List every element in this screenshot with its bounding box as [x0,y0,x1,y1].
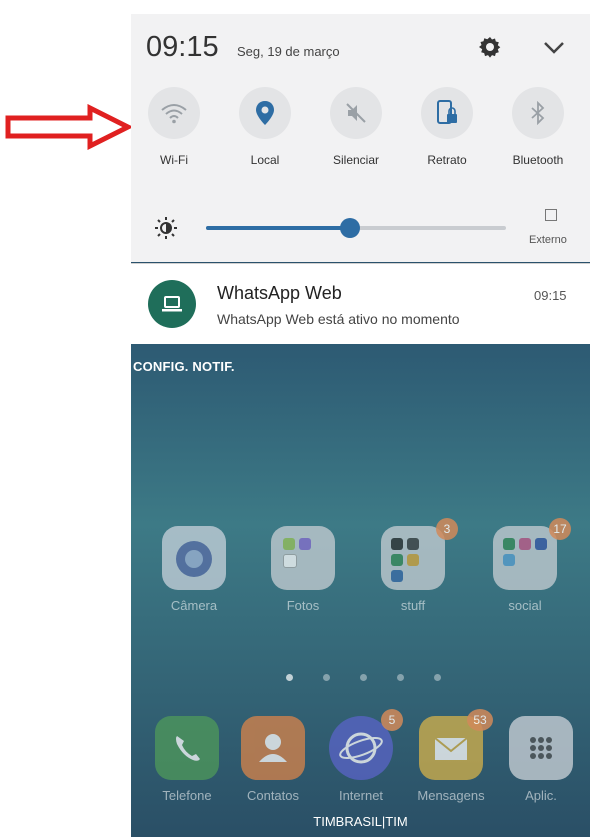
app-grid-icon [530,737,552,759]
app-phone[interactable] [155,716,219,780]
chevron-down-icon[interactable] [543,40,565,56]
camera-icon [176,541,212,577]
tile-portrait[interactable]: Retrato [415,87,479,167]
rotation-lock-icon [421,87,473,139]
page-indicator [434,674,441,681]
tile-location[interactable]: Local [233,87,297,167]
app-camera[interactable] [162,526,226,590]
notification-title: WhatsApp Web [217,283,342,303]
bluetooth-icon [512,87,564,139]
wifi-icon [148,87,200,139]
page-indicator [360,674,367,681]
folder-social[interactable] [493,526,557,590]
clock: 09:15 [146,31,219,63]
notification-card[interactable]: WhatsApp Web WhatsApp Web está ativo no … [131,263,590,344]
brightness-icon [155,217,177,239]
tile-portrait-label: Retrato [427,153,467,167]
phone-icon [176,736,200,761]
tile-wifi-label: Wi-Fi [160,153,188,167]
app-messages-label: Mensagens [417,788,485,803]
red-arrow-annotation [5,104,132,150]
config-notif-button[interactable]: CONFIG. NOTIF. [133,359,235,374]
app-messages-badge: 53 [467,709,493,731]
app-camera-label: Câmera [170,598,218,613]
notification-body: WhatsApp Web está ativo no momento [217,311,460,327]
external-label: Externo [529,234,567,246]
brightness-slider[interactable] [206,218,506,238]
notification-time: 09:15 [534,288,567,303]
tile-bluetooth[interactable]: Bluetooth [506,87,570,167]
page-indicator [286,674,293,681]
brightness-slider-knob[interactable] [340,218,360,238]
folder-stuff-badge: 3 [436,518,458,540]
page-indicator [323,674,330,681]
brightness-slider-fill [206,226,350,230]
app-contacts-label: Contatos [246,788,300,803]
tile-mute[interactable]: Silenciar [324,87,388,167]
gear-icon[interactable] [478,35,502,59]
page-indicator [397,674,404,681]
tile-location-label: Local [250,153,280,167]
tile-mute-label: Silenciar [332,153,380,167]
carrier-label: TIMBRASIL|TIM [313,814,408,829]
external-checkbox[interactable] [545,209,557,221]
folder-stuff[interactable] [381,526,445,590]
app-phone-label: Telefone [162,788,212,803]
tile-bluetooth-label: Bluetooth [512,153,564,167]
app-apps-label: Aplic. [525,788,557,803]
location-pin-icon [239,87,291,139]
folder-photos-label: Fotos [286,598,320,613]
mute-icon [330,87,382,139]
app-contacts[interactable] [241,716,305,780]
quick-settings-panel: 09:15 Seg, 19 de março Wi-Fi Local Silen… [131,14,590,262]
app-apps[interactable] [509,716,573,780]
contacts-icon [259,734,287,762]
app-internet-badge: 5 [381,709,403,731]
folder-social-badge: 17 [549,518,571,540]
date: Seg, 19 de março [237,44,340,59]
phone-screen: 09:15 Seg, 19 de março Wi-Fi Local Silen… [131,14,590,837]
folder-stuff-label: stuff [400,598,426,613]
app-internet-label: Internet [338,788,384,803]
laptop-icon [148,280,196,328]
folder-social-label: social [508,598,542,613]
tile-wifi[interactable]: Wi-Fi [142,87,206,167]
folder-photos[interactable] [271,526,335,590]
